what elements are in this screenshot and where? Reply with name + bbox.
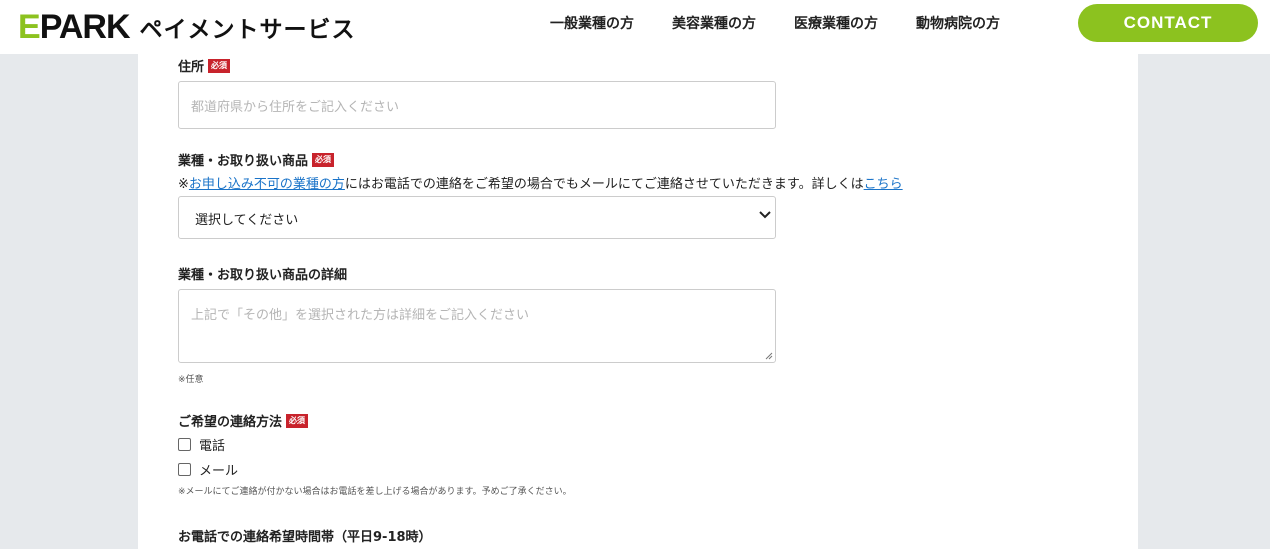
contact-method-label-row: ご希望の連絡方法 必須 — [178, 411, 572, 430]
nav-medical[interactable]: 医療業種の方 — [794, 14, 878, 34]
industry-detail-field: 業種・お取り扱い商品の詳細 上記で「その他」を選択された方は詳細をご記入ください… — [178, 264, 776, 385]
address-label-row: 住所 必須 — [178, 56, 776, 75]
site-header: EPARK ペイメントサービス 一般業種の方 美容業種の方 医療業種の方 動物病… — [0, 0, 1270, 54]
address-input[interactable]: 都道府県から住所をご記入ください — [178, 81, 776, 129]
contact-button[interactable]: CONTACT — [1078, 4, 1258, 42]
contact-method-note: ※メールにてご連絡が付かない場合はお電話を差し上げる場合があります。予めご了承く… — [178, 487, 572, 497]
industry-detail-label: 業種・お取り扱い商品の詳細 — [178, 268, 348, 283]
address-placeholder: 都道府県から住所をご記入ください — [191, 100, 400, 115]
address-label: 住所 — [178, 60, 205, 75]
industry-field: 業種・お取り扱い商品 必須 ※お申し込み不可の業種の方にはお電話での連絡をご希望… — [178, 150, 903, 239]
form-panel: 住所 必須 都道府県から住所をご記入ください 業種・お取り扱い商品 必須 ※お申… — [138, 54, 1138, 549]
industry-label: 業種・お取り扱い商品 — [178, 154, 309, 169]
phone-option[interactable]: 電話 — [178, 434, 572, 454]
prohibited-industries-link[interactable]: お申し込み不可の業種の方 — [189, 177, 345, 192]
epark-logo[interactable]: EPARK ペイメントサービス — [18, 9, 356, 45]
address-field: 住所 必須 都道府県から住所をご記入ください — [178, 56, 776, 129]
industry-detail-textarea[interactable]: 上記で「その他」を選択された方は詳細をご記入ください — [178, 289, 776, 363]
email-checkbox[interactable] — [178, 462, 191, 476]
nav-beauty[interactable]: 美容業種の方 — [672, 14, 756, 34]
industry-select[interactable]: 選択してください — [178, 196, 776, 239]
optional-note: ※任意 — [178, 375, 204, 385]
contact-method-options: 電話 メール — [178, 434, 572, 479]
resize-handle-icon[interactable] — [765, 352, 773, 360]
phone-option-label: 電話 — [199, 438, 226, 454]
phone-time-label: お電話での連絡希望時間帯（平日9-18時） — [178, 530, 432, 545]
required-badge: 必須 — [312, 152, 335, 167]
contact-method-field: ご希望の連絡方法 必須 電話 メール ※メールにてご連絡が付かない場合はお電話を… — [178, 411, 572, 497]
chevron-down-icon — [759, 211, 771, 219]
required-badge: 必須 — [286, 413, 309, 428]
main-nav: 一般業種の方 美容業種の方 医療業種の方 動物病院の方 — [550, 14, 1038, 34]
industry-detail-placeholder: 上記で「その他」を選択された方は詳細をご記入ください — [191, 308, 530, 323]
nav-animal-hospital[interactable]: 動物病院の方 — [916, 14, 1000, 34]
email-option-label: メール — [199, 463, 239, 479]
logo-brand: EPARK — [18, 8, 131, 46]
email-option[interactable]: メール — [178, 459, 572, 479]
details-link[interactable]: こちら — [864, 177, 903, 192]
nav-general[interactable]: 一般業種の方 — [550, 14, 634, 34]
logo-subtitle: ペイメントサービス — [139, 17, 356, 43]
phone-time-field: お電話での連絡希望時間帯（平日9-18時） — [178, 526, 432, 545]
industry-select-value: 選択してください — [195, 213, 299, 228]
industry-note: ※お申し込み不可の業種の方にはお電話での連絡をご希望の場合でもメールにてご連絡さ… — [178, 177, 903, 192]
industry-label-row: 業種・お取り扱い商品 必須 — [178, 150, 903, 169]
contact-method-label: ご希望の連絡方法 — [178, 415, 283, 430]
required-badge: 必須 — [208, 58, 231, 73]
phone-checkbox[interactable] — [178, 437, 191, 451]
